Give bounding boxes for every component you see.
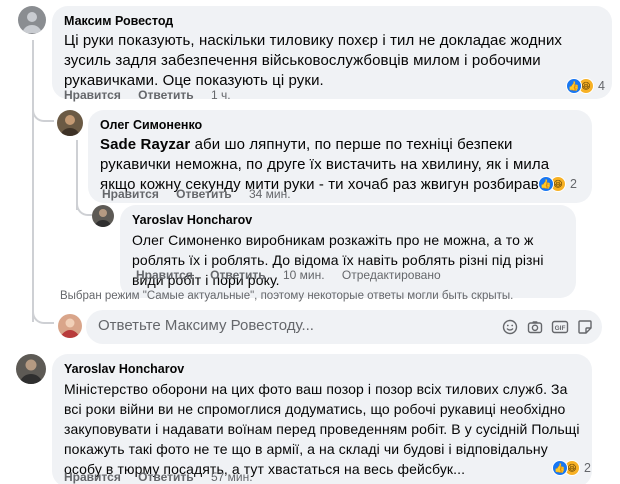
reply-button[interactable]: Ответить [210,268,265,282]
thread-line-branch-1 [32,100,54,122]
like-reaction-icon: 👍 [552,460,568,476]
svg-text:GIF: GIF [555,325,566,332]
avatar[interactable] [92,205,114,227]
comment-actions: Нравится Ответить 1 ч. [64,88,245,102]
comment-bubble: Yaroslav Honcharov Міністерство оборони … [52,354,592,484]
reply-button[interactable]: Ответить [138,88,193,102]
reply-button[interactable]: Ответить [138,470,193,484]
comment-text: Ці руки показують, наскільки тиловику по… [64,32,563,89]
reply-input[interactable] [98,317,478,334]
reaction-summary[interactable]: 👍 😆 2 [538,176,577,192]
avatar[interactable] [18,6,46,34]
like-reaction-icon: 👍 [538,176,554,192]
timestamp[interactable]: 57 мин. [211,470,253,484]
reply-box: GIF [86,310,602,344]
sticker-icon[interactable] [576,318,594,336]
timestamp[interactable]: 10 мин. [283,268,325,282]
avatar[interactable] [16,354,46,384]
timestamp[interactable]: 34 мин. [249,187,291,201]
avatar[interactable] [57,110,83,136]
emoji-icon[interactable] [501,318,519,336]
filter-note: Выбран режим "Самые актуальные", поэтому… [60,290,514,302]
like-button[interactable]: Нравится [64,88,121,102]
timestamp[interactable]: 1 ч. [211,88,231,102]
comment-bubble: Максим Ровестод Ці руки показують, наскі… [52,6,612,99]
avatar[interactable] [58,314,82,338]
reaction-count: 2 [584,461,591,475]
reaction-count: 2 [570,177,577,191]
like-button[interactable]: Нравится [102,187,159,201]
comment-bubble: Yaroslav Honcharov Олег Симоненко виробн… [120,205,576,298]
reply-button[interactable]: Ответить [176,187,231,201]
like-button[interactable]: Нравится [136,268,193,282]
reply-tools: GIF [501,318,594,336]
reaction-summary[interactable]: 👍 😆 2 [552,460,591,476]
comment-author[interactable]: Олег Симоненко [100,118,580,132]
comment-actions: Нравится Ответить 10 мин. Отредактирован… [136,268,455,282]
like-reaction-icon: 👍 [566,78,582,94]
reaction-summary[interactable]: 👍 😆 4 [566,78,605,94]
camera-icon[interactable] [526,318,544,336]
like-button[interactable]: Нравится [64,470,121,484]
edited-label[interactable]: Отредактировано [342,268,441,282]
comment-author[interactable]: Yaroslav Honcharov [64,362,580,376]
comment-actions: Нравится Ответить 57 мин. [64,470,267,484]
gif-icon[interactable]: GIF [551,318,569,336]
comment-author[interactable]: Максим Ровестод [64,14,600,28]
comment-text: Sade Rayzar аби шо ляпнути, по перше по … [100,135,580,195]
thread-line-branch-reply [32,300,54,324]
mention-link[interactable]: Sade Rayzar [100,136,190,153]
comment-text: Міністерство оборони на цих фото ваш поз… [64,381,580,477]
comment-author[interactable]: Yaroslav Honcharov [132,213,564,227]
reaction-count: 4 [598,79,605,93]
thread-line-main [32,40,34,322]
comment-actions: Нравится Ответить 34 мин. [102,187,305,201]
